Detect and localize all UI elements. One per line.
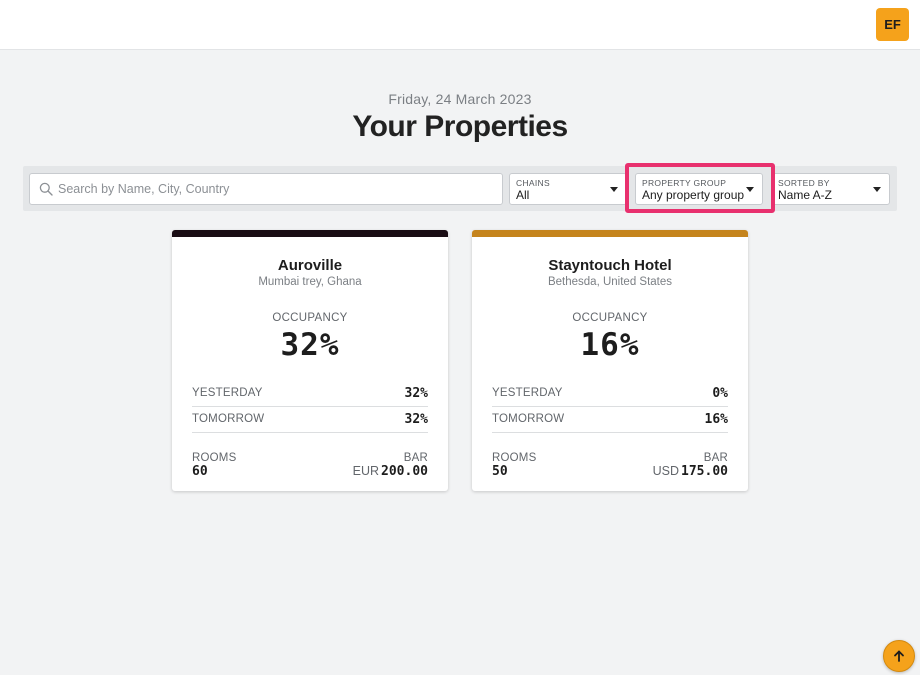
occupancy-label: OCCUPANCY (572, 312, 648, 324)
property-accent-bar (172, 230, 448, 237)
property-card[interactable]: Auroville Mumbai trey, Ghana OCCUPANCY 3… (172, 230, 448, 491)
rooms-value: 50 (492, 464, 508, 479)
tomorrow-value: 16% (704, 412, 728, 427)
yesterday-label: YESTERDAY (192, 387, 263, 399)
occupancy-value: 16% (580, 327, 640, 363)
scroll-to-top-button[interactable] (883, 640, 915, 672)
rooms-label: ROOMS (492, 452, 537, 464)
property-name: Auroville (277, 257, 343, 274)
property-group-select[interactable]: PROPERTY GROUP Any property group (635, 173, 763, 205)
tomorrow-value: 32% (404, 412, 428, 427)
page-title: Your Properties (352, 110, 568, 143)
bar-currency: USD (652, 464, 680, 478)
tomorrow-label: TOMORROW (492, 413, 565, 425)
search-icon (39, 182, 53, 196)
property-group-label: PROPERTY GROUP (642, 178, 727, 188)
bar-amount: 200.00 (381, 464, 428, 479)
yesterday-value: 32% (404, 386, 428, 401)
tomorrow-label: TOMORROW (192, 413, 265, 425)
chevron-down-icon (610, 187, 618, 192)
sorted-by-value: Name A-Z (778, 188, 833, 202)
occupancy-value: 32% (280, 327, 340, 363)
chains-select[interactable]: CHAINS All (509, 173, 627, 205)
bar-amount: 175.00 (681, 464, 728, 479)
property-group-value: Any property group (642, 188, 745, 202)
chevron-down-icon (873, 187, 881, 192)
property-accent-bar (472, 230, 748, 237)
tomorrow-row: TOMORROW 32% (192, 407, 428, 433)
user-avatar[interactable]: EF (876, 8, 909, 41)
chains-value: All (516, 188, 530, 202)
current-date: Friday, 24 March 2023 (388, 91, 532, 107)
chains-label: CHAINS (516, 178, 550, 188)
rooms-label: ROOMS (192, 452, 237, 464)
rooms-value: 60 (192, 464, 208, 479)
property-location: Bethesda, United States (547, 276, 673, 288)
property-name: Stayntouch Hotel (548, 257, 672, 274)
yesterday-label: YESTERDAY (492, 387, 563, 399)
property-location: Mumbai trey, Ghana (258, 276, 362, 288)
search-box[interactable] (29, 173, 503, 205)
filter-bar: CHAINS All PROPERTY GROUP Any property g… (23, 166, 897, 211)
bar-currency: EUR (352, 464, 380, 478)
property-card[interactable]: Stayntouch Hotel Bethesda, United States… (472, 230, 748, 491)
bar-rate: EUR 200.00 (353, 463, 428, 479)
chevron-down-icon (746, 187, 754, 192)
yesterday-row: YESTERDAY 0% (492, 381, 728, 407)
occupancy-label: OCCUPANCY (272, 312, 348, 324)
sorted-by-select[interactable]: SORTED BY Name A-Z (771, 173, 890, 205)
sorted-by-label: SORTED BY (778, 178, 830, 188)
yesterday-value: 0% (712, 386, 728, 401)
top-bar: EF (0, 0, 920, 50)
arrow-up-icon (894, 650, 904, 662)
bar-rate: USD 175.00 (653, 463, 728, 479)
tomorrow-row: TOMORROW 16% (492, 407, 728, 433)
search-input[interactable] (58, 174, 498, 204)
yesterday-row: YESTERDAY 32% (192, 381, 428, 407)
